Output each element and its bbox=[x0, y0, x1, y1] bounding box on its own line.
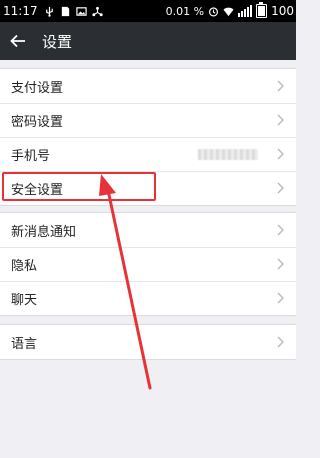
chevron-right-icon bbox=[277, 148, 284, 160]
settings-item-label: 支付设置 bbox=[11, 80, 64, 96]
settings-item-phone[interactable]: 手机号 bbox=[0, 137, 296, 171]
page-title: 设置 bbox=[42, 32, 73, 51]
status-time: 11:17 bbox=[3, 4, 38, 18]
notification-icons bbox=[44, 6, 103, 17]
signal-icon bbox=[238, 5, 253, 17]
usb-icon bbox=[45, 6, 53, 17]
settings-item-chat[interactable]: 聊天 bbox=[0, 281, 296, 315]
battery-level-text: 100 bbox=[271, 4, 294, 18]
settings-item-privacy[interactable]: 隐私 bbox=[0, 247, 296, 281]
settings-item-payment[interactable]: 支付设置 bbox=[0, 69, 296, 103]
settings-item-label: 密码设置 bbox=[11, 114, 64, 130]
settings-item-label: 新消息通知 bbox=[11, 224, 77, 240]
settings-item-password[interactable]: 密码设置 bbox=[0, 103, 296, 137]
phone-number-obscured bbox=[198, 149, 258, 160]
settings-item-label: 隐私 bbox=[11, 258, 38, 274]
chevron-right-icon bbox=[277, 258, 284, 270]
back-arrow-icon bbox=[10, 34, 25, 48]
status-right: 0.01 % 100 bbox=[165, 2, 294, 18]
chevron-right-icon bbox=[277, 182, 284, 194]
back-button[interactable] bbox=[0, 22, 36, 60]
settings-item-language[interactable]: 语言 bbox=[0, 325, 296, 359]
settings-item-label: 手机号 bbox=[11, 148, 51, 164]
share-icon bbox=[91, 6, 103, 16]
wifi-icon bbox=[223, 7, 234, 16]
chevron-right-icon bbox=[277, 292, 284, 304]
sim-card-icon bbox=[61, 6, 69, 16]
settings-group-general: 新消息通知 隐私 聊天 bbox=[0, 212, 296, 316]
data-rate-text: 0.01 % bbox=[165, 4, 205, 18]
highlight-box bbox=[2, 172, 156, 201]
chevron-right-icon bbox=[277, 224, 284, 236]
status-bar: 11:17 0.01 % 100 bbox=[0, 0, 296, 22]
chevron-right-icon bbox=[277, 114, 284, 126]
chevron-right-icon bbox=[277, 336, 284, 348]
chevron-right-icon bbox=[277, 80, 284, 92]
settings-item-notifications[interactable]: 新消息通知 bbox=[0, 213, 296, 247]
settings-group-language: 语言 bbox=[0, 324, 296, 360]
alarm-icon bbox=[209, 6, 219, 16]
battery-icon bbox=[256, 2, 268, 18]
title-bar: 设置 bbox=[0, 22, 296, 60]
settings-item-label: 语言 bbox=[11, 336, 38, 352]
settings-item-label: 聊天 bbox=[11, 292, 38, 308]
image-icon bbox=[75, 6, 87, 16]
